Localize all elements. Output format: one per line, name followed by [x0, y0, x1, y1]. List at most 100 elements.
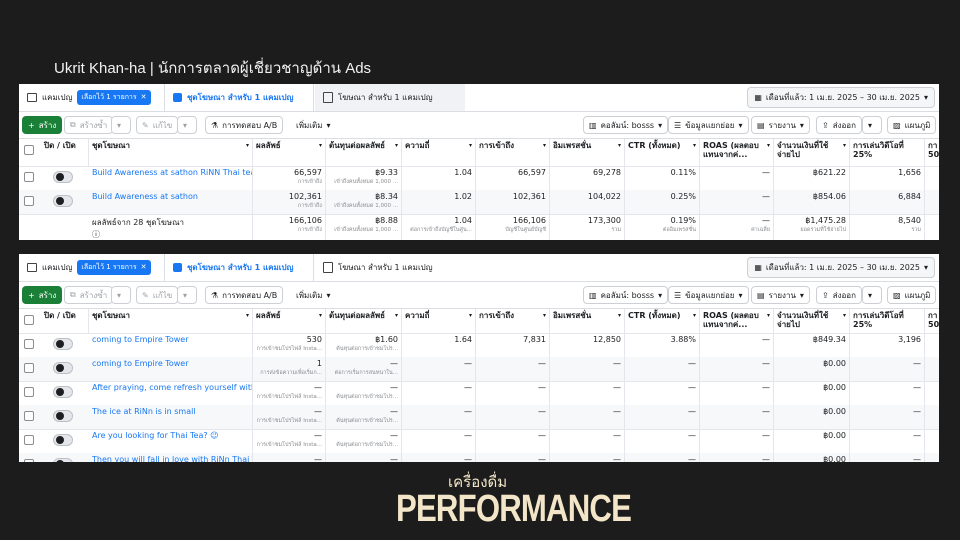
- create-button[interactable]: + สร้าง: [22, 116, 63, 134]
- row-checkbox[interactable]: [24, 339, 34, 349]
- date-range-button[interactable]: ▦ เดือนที่แล้ว: 1 เม.ย. 2025 – 30 เม.ย. …: [747, 257, 935, 278]
- table-row[interactable]: Are you looking for Thai Tea? 😉 — การเข้าช…: [19, 429, 939, 454]
- select-all-checkbox[interactable]: [24, 145, 34, 155]
- row-name-cell[interactable]: coming to Empire Tower: [89, 333, 253, 357]
- tab-adset[interactable]: ชุดโฆษณา สำหรับ 1 แคมเปญ: [164, 254, 314, 281]
- row-name-cell[interactable]: Are you looking for Thai Tea? 😉: [89, 429, 253, 453]
- tab-campaign[interactable]: แคมเปญ เลือกไว้ 1 รายการ ✕: [19, 254, 164, 281]
- close-icon[interactable]: ✕: [141, 93, 147, 101]
- more-button[interactable]: เพิ่มเติม ▾: [291, 116, 336, 134]
- column-header[interactable]: ▾ ต้นทุนต่อผลลัพธ์: [326, 309, 402, 333]
- charts-button[interactable]: ▨ แผนภูมิ: [887, 286, 937, 304]
- on-off-toggle[interactable]: [53, 434, 73, 446]
- more-button[interactable]: เพิ่มเติม ▾: [291, 286, 336, 304]
- column-header[interactable]: ▾ ต้นทุนต่อผลลัพธ์: [326, 139, 402, 166]
- breakdown-button[interactable]: ☰ ข้อมูลแยกย่อย ▾: [668, 116, 749, 134]
- on-off-toggle[interactable]: [53, 410, 73, 422]
- edit-dropdown[interactable]: ▾: [177, 286, 197, 304]
- export-dropdown[interactable]: ▾: [862, 286, 882, 304]
- row-name-link[interactable]: coming to Empire Tower: [92, 335, 249, 344]
- row-checkbox[interactable]: [24, 172, 34, 182]
- export-button[interactable]: ⇪ ส่งออก: [816, 286, 862, 304]
- column-header[interactable]: ▾ ชุดโฆษณา: [89, 309, 253, 333]
- column-header[interactable]: ▾ จำนวนเงินที่ใช้จ่ายไป: [774, 309, 850, 333]
- column-header[interactable]: ▾ อิมเพรสชั่น: [550, 139, 625, 166]
- row-name-link[interactable]: Build Awareness at sathon: [92, 192, 249, 201]
- column-header[interactable]: ▾ จำนวนเงินที่ใช้จ่ายไป: [774, 139, 850, 166]
- column-header[interactable]: กา 50: [925, 139, 939, 166]
- row-name-link[interactable]: After praying, come refresh yourself wit…: [92, 383, 252, 392]
- selected-chip[interactable]: เลือกไว้ 1 รายการ ✕: [77, 90, 151, 105]
- column-header[interactable]: ▾ CTR (ทั้งหมด): [625, 139, 700, 166]
- duplicate-dropdown[interactable]: ▾: [111, 286, 131, 304]
- duplicate-button[interactable]: ⧉ สร้างซ้ำ: [64, 286, 114, 304]
- column-header[interactable]: การเล่นวิดีโอที่ 25%: [850, 139, 925, 166]
- edit-button[interactable]: ✎ แก้ไข: [136, 116, 179, 134]
- table-row[interactable]: Then you will fall in love with RiNn Tha…: [19, 453, 939, 462]
- table-row[interactable]: coming to Empire Tower 1 การส่งข้อความเพื่…: [19, 357, 939, 382]
- column-header[interactable]: ▾ ผลลัพธ์: [253, 139, 326, 166]
- on-off-toggle[interactable]: [53, 338, 73, 350]
- column-header[interactable]: ▾ ROAS (ผลตอบแทนจากค่...: [700, 139, 774, 166]
- row-name-link[interactable]: Build Awareness at sathon RiNN Thai tea …: [92, 168, 252, 177]
- row-checkbox[interactable]: [24, 459, 34, 462]
- row-name-cell[interactable]: The ice at RiNn is in small: [89, 405, 253, 429]
- row-checkbox[interactable]: [24, 387, 34, 397]
- row-checkbox[interactable]: [24, 363, 34, 373]
- row-name-link[interactable]: coming to Empire Tower: [92, 359, 249, 368]
- row-checkbox[interactable]: [24, 411, 34, 421]
- edit-button[interactable]: ✎ แก้ไข: [136, 286, 179, 304]
- columns-button[interactable]: ▥ คอลัมน์: bosss ▾: [583, 116, 669, 134]
- column-header[interactable]: ▾ ความถี่: [402, 309, 476, 333]
- row-name-cell[interactable]: coming to Empire Tower: [89, 357, 253, 381]
- ab-test-button[interactable]: ⚗ การทดสอบ A/B: [205, 286, 284, 304]
- on-off-toggle[interactable]: [53, 386, 73, 398]
- on-off-toggle[interactable]: [53, 362, 73, 374]
- column-header[interactable]: ปิด / เปิด: [41, 309, 89, 333]
- export-button[interactable]: ⇪ ส่งออก: [816, 116, 862, 134]
- column-header[interactable]: กา 50: [925, 309, 939, 333]
- columns-button[interactable]: ▥ คอลัมน์: bosss ▾: [583, 286, 669, 304]
- column-header[interactable]: การเล่นวิดีโอที่ 25%: [850, 309, 925, 333]
- reports-button[interactable]: ▤ รายงาน ▾: [751, 116, 810, 134]
- reports-button[interactable]: ▤ รายงาน ▾: [751, 286, 810, 304]
- info-icon[interactable]: ⓘ: [92, 230, 100, 239]
- row-name-cell[interactable]: After praying, come refresh yourself wit…: [89, 381, 253, 405]
- create-button[interactable]: + สร้าง: [22, 286, 63, 304]
- table-row[interactable]: coming to Empire Tower 530 การเข้าชมโปรไฟล…: [19, 333, 939, 358]
- row-checkbox[interactable]: [24, 196, 34, 206]
- table-row[interactable]: Build Awareness at sathon 102,361 การเข้าถ…: [19, 190, 939, 215]
- selected-chip[interactable]: เลือกไว้ 1 รายการ ✕: [77, 260, 151, 275]
- row-name-cell[interactable]: Build Awareness at sathon: [89, 190, 253, 214]
- breakdown-button[interactable]: ☰ ข้อมูลแยกย่อย ▾: [668, 286, 749, 304]
- table-row[interactable]: The ice at RiNn is in small — การเข้าชมโปร…: [19, 405, 939, 430]
- row-name-link[interactable]: Then you will fall in love with RiNn Tha…: [92, 455, 252, 462]
- row-name-link[interactable]: The ice at RiNn is in small: [92, 407, 249, 416]
- export-dropdown[interactable]: ▾: [862, 116, 882, 134]
- date-range-button[interactable]: ▦ เดือนที่แล้ว: 1 เม.ย. 2025 – 30 เม.ย. …: [747, 87, 935, 108]
- on-off-toggle[interactable]: [53, 458, 73, 462]
- duplicate-dropdown[interactable]: ▾: [111, 116, 131, 134]
- column-header[interactable]: ▾ การเข้าถึง: [476, 309, 550, 333]
- column-header[interactable]: ▾ อิมเพรสชั่น: [550, 309, 625, 333]
- row-name-link[interactable]: Are you looking for Thai Tea? 😉: [92, 431, 249, 440]
- column-header[interactable]: ปิด / เปิด: [41, 139, 89, 166]
- tab-ads[interactable]: โฆษณา สำหรับ 1 แคมเปญ: [315, 254, 465, 281]
- on-off-toggle[interactable]: [53, 171, 73, 183]
- edit-dropdown[interactable]: ▾: [177, 116, 197, 134]
- column-header[interactable]: ▾ CTR (ทั้งหมด): [625, 309, 700, 333]
- charts-button[interactable]: ▨ แผนภูมิ: [887, 116, 937, 134]
- row-name-cell[interactable]: Build Awareness at sathon RiNN Thai tea …: [89, 166, 253, 190]
- on-off-toggle[interactable]: [53, 195, 73, 207]
- table-row[interactable]: Build Awareness at sathon RiNN Thai tea …: [19, 166, 939, 191]
- close-icon[interactable]: ✕: [141, 263, 147, 271]
- column-header[interactable]: ▾ ผลลัพธ์: [253, 309, 326, 333]
- duplicate-button[interactable]: ⧉ สร้างซ้ำ: [64, 116, 114, 134]
- row-name-cell[interactable]: Then you will fall in love with RiNn Tha…: [89, 453, 253, 462]
- tab-adset[interactable]: ชุดโฆษณา สำหรับ 1 แคมเปญ: [164, 84, 314, 111]
- table-row[interactable]: After praying, come refresh yourself wit…: [19, 381, 939, 406]
- row-checkbox[interactable]: [24, 435, 34, 445]
- column-header[interactable]: ▾ ROAS (ผลตอบแทนจากค่...: [700, 309, 774, 333]
- column-header[interactable]: ▾ การเข้าถึง: [476, 139, 550, 166]
- tab-campaign[interactable]: แคมเปญ เลือกไว้ 1 รายการ ✕: [19, 84, 164, 111]
